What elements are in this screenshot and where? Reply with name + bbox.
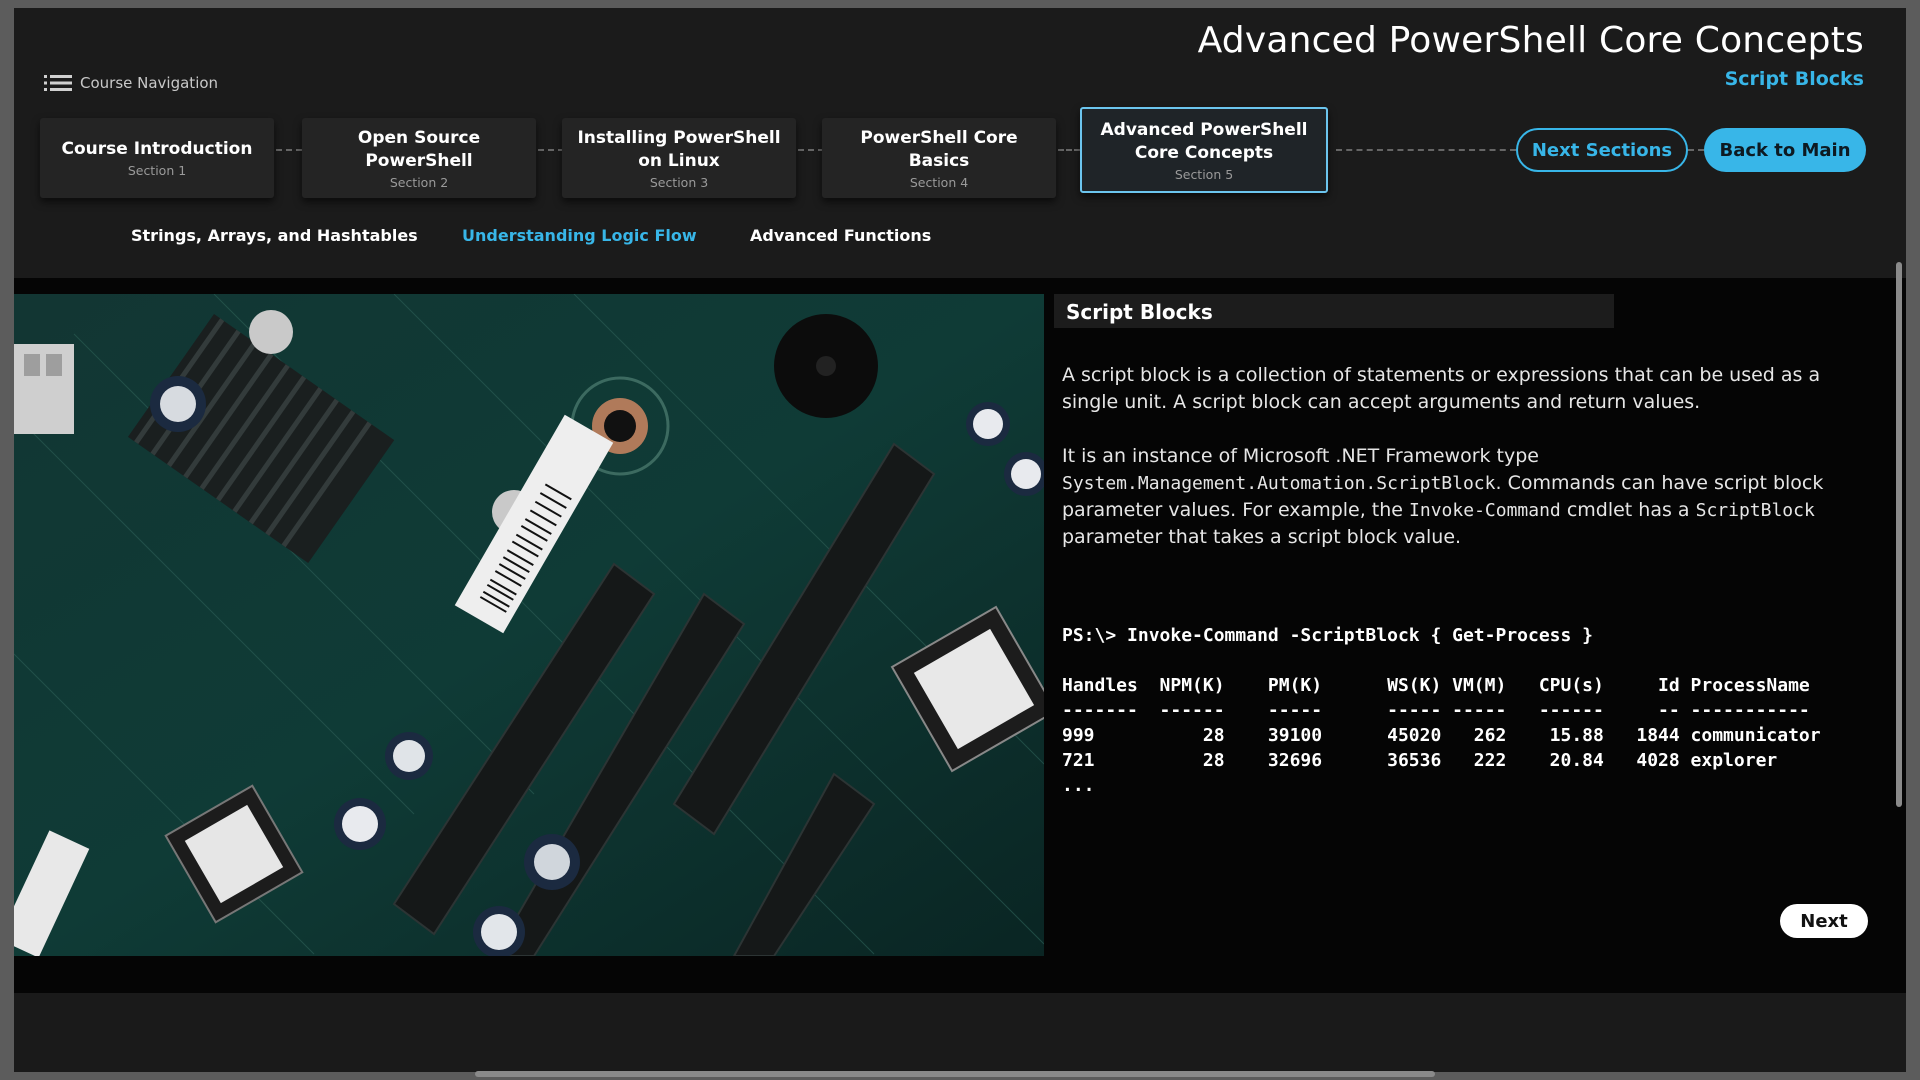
code-output-ellipsis: ... [1062, 775, 1095, 796]
section-connector [1336, 149, 1516, 151]
course-navigation-label: Course Navigation [80, 74, 219, 92]
section-card-3[interactable]: Installing PowerShell on Linux Section 3 [562, 118, 796, 198]
code-output-header: Handles NPM(K) PM(K) WS(K) VM(M) CPU(s) … [1062, 675, 1810, 696]
inline-code: ScriptBlock [1695, 500, 1815, 521]
section-number: Section 1 [127, 163, 187, 178]
code-command: PS:\> Invoke-Command -ScriptBlock { Get-… [1062, 625, 1594, 646]
section-name: Course Introduction [61, 139, 253, 159]
course-navigation-button[interactable]: Course Navigation [44, 74, 218, 92]
page-title: Advanced PowerShell Core Concepts [1197, 20, 1864, 61]
topic-title: Script Blocks [1066, 300, 1213, 324]
section-card-1[interactable]: Course Introduction Section 1 [40, 118, 274, 198]
section-number: Section 2 [389, 174, 449, 190]
paragraph-text: cmdlet has a [1566, 499, 1690, 521]
section-number: Section 4 [909, 174, 969, 190]
app-window: Course Navigation Advanced PowerShell Co… [14, 8, 1906, 1072]
header: Course Navigation Advanced PowerShell Co… [14, 8, 1906, 278]
inline-code: Invoke-Command [1409, 500, 1561, 521]
lesson-content: Script Blocks A script block is a collec… [14, 278, 1906, 993]
vertical-scrollbar[interactable] [1896, 262, 1902, 807]
topic-title-bar: Script Blocks [1054, 294, 1614, 328]
topic-paragraph-2: It is an instance of Microsoft .NET Fram… [1062, 443, 1872, 551]
subtab-strings-arrays-hashtables[interactable]: Strings, Arrays, and Hashtables [131, 226, 418, 245]
paragraph-text: parameter that takes a script block valu… [1062, 526, 1462, 548]
footer [14, 993, 1906, 1072]
code-output-row: 999 28 39100 45020 262 15.88 1844 commun… [1062, 725, 1821, 746]
inline-code: System.Management.Automation.ScriptBlock [1062, 473, 1496, 494]
horizontal-scrollbar[interactable] [475, 1071, 1435, 1077]
section-name: Installing PowerShell on Linux [577, 127, 781, 171]
topic-paragraph-1: A script block is a collection of statem… [1062, 364, 1821, 413]
next-button[interactable]: Next [1780, 904, 1868, 938]
section-number: Section 3 [649, 174, 709, 190]
code-spacer [1062, 648, 1902, 673]
section-card-5[interactable]: Advanced PowerShell Core Concepts Sectio… [1080, 107, 1328, 193]
section-name: Open Source PowerShell [357, 127, 481, 171]
code-output-separator: ------- ------ ----- ----- ----- ------ … [1062, 700, 1810, 721]
motherboard-image [14, 294, 1044, 956]
code-output-row: 721 28 32696 36536 222 20.84 4028 explor… [1062, 750, 1778, 771]
back-to-main-button[interactable]: Back to Main [1704, 128, 1866, 172]
subtab-understanding-logic-flow[interactable]: Understanding Logic Flow [462, 226, 697, 245]
subtab-advanced-functions[interactable]: Advanced Functions [750, 226, 931, 245]
section-number: Section 5 [1174, 166, 1234, 182]
section-name: Advanced PowerShell Core Concepts [1100, 119, 1308, 163]
section-connector [1688, 149, 1704, 151]
code-example: PS:\> Invoke-Command -ScriptBlock { Get-… [1062, 623, 1902, 798]
next-sections-button[interactable]: Next Sections [1516, 128, 1688, 172]
section-card-4[interactable]: PowerShell Core Basics Section 4 [822, 118, 1056, 198]
list-menu-icon [44, 74, 72, 92]
paragraph-text: It is an instance of Microsoft .NET Fram… [1062, 445, 1539, 467]
current-topic-label: Script Blocks [1724, 68, 1864, 90]
section-name: PowerShell Core Basics [860, 127, 1018, 171]
section-card-2[interactable]: Open Source PowerShell Section 2 [302, 118, 536, 198]
